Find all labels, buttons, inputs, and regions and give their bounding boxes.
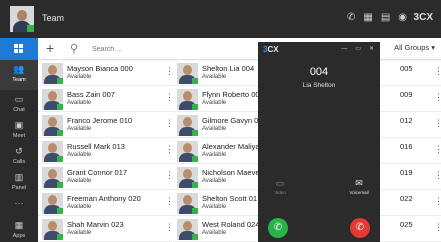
video-icon: ▭ — [275, 178, 285, 188]
sidebar: 👥 Team ▭ Chat ▣ Meet ↺ Calls ▥ Panel ···… — [0, 38, 38, 242]
avatar — [177, 193, 198, 214]
contact-card[interactable]: Alexander Maliya Available — [173, 139, 260, 164]
contact-card[interactable]: 022 ⋮ — [380, 191, 441, 216]
close-icon[interactable]: ✕ — [369, 46, 374, 53]
avatar — [42, 219, 63, 240]
voicemail-icon[interactable]: ▦ — [363, 12, 372, 24]
contact-card[interactable]: Grant Connor 017 Available ⋮ — [38, 165, 174, 190]
contact-card[interactable]: Nicholson Maeve Available — [173, 165, 260, 190]
avatar — [177, 167, 198, 188]
contact-card[interactable]: Mayson Bianca 000 Available ⋮ — [38, 61, 174, 86]
brand-logo: 3CX — [413, 12, 433, 23]
avatar — [42, 141, 63, 162]
call-panel-logo: 3CX — [263, 45, 279, 54]
contact-card[interactable]: 005 ⋮ — [380, 61, 441, 86]
avatar — [42, 115, 63, 136]
chat-icon[interactable]: ◉ — [398, 12, 407, 24]
more-options-icon[interactable]: ⋮ — [434, 93, 441, 102]
contact-card[interactable]: 016 ⋮ — [380, 139, 441, 164]
contact-card[interactable]: Shah Marvin 023 Available ⋮ — [38, 217, 174, 242]
contact-card[interactable]: 019 ⋮ — [380, 165, 441, 190]
contact-card[interactable]: Shelton Lia 004 Available — [173, 61, 258, 86]
my-avatar[interactable] — [10, 6, 34, 32]
groups-dropdown[interactable]: All Groups ▾ — [394, 43, 435, 52]
contact-card[interactable]: Freeman Anthony 020 Available ⋮ — [38, 191, 174, 216]
more-options-icon[interactable]: ⋮ — [434, 67, 441, 76]
incoming-call-panel: 3CX — ▭ ✕ 004 Lia Shelton ▭ Video ✉ Voic… — [258, 42, 380, 242]
contacts-grid: Mayson Bianca 000 Available ⋮ Bass Zain 00… — [38, 61, 441, 242]
avatar — [42, 89, 63, 110]
presence-indicator — [27, 25, 34, 32]
caller-name: Lia Shelton — [302, 82, 336, 89]
windows-icon — [14, 44, 24, 54]
page-title: Team — [42, 13, 65, 23]
calls-icon: ↺ — [15, 146, 23, 156]
minimize-icon[interactable]: — — [341, 46, 347, 53]
avatar — [42, 167, 63, 188]
sidebar-item-team[interactable]: 👥 Team — [0, 60, 38, 90]
more-options-icon[interactable]: ⋮ — [434, 197, 441, 206]
voicemail-icon: ✉ — [355, 178, 363, 188]
contact-card[interactable]: 009 ⋮ — [380, 87, 441, 112]
contact-card[interactable]: Bass Zain 007 Available ⋮ — [38, 87, 174, 112]
meet-icon: ▣ — [14, 120, 24, 130]
add-button[interactable]: + — [46, 40, 54, 56]
search-input[interactable] — [92, 42, 242, 56]
panel-icon: ▥ — [14, 172, 24, 182]
chat-icon: ▭ — [14, 94, 24, 104]
contacts-icon[interactable]: ▤ — [381, 12, 390, 24]
more-options-icon[interactable]: ⋮ — [434, 171, 441, 180]
contact-card[interactable]: 025 ⋮ — [380, 217, 441, 242]
maximize-icon[interactable]: ▭ — [355, 46, 361, 53]
contact-card[interactable]: Franco Jerome 010 Available ⋮ — [38, 113, 174, 138]
top-bar: Team ✆ ▦ ▤ ◉ 3CX — [0, 0, 441, 38]
contact-card[interactable]: Flynn Roberto 00 Available — [173, 87, 260, 112]
avatar — [177, 89, 198, 110]
more-options-icon[interactable]: ⋮ — [434, 223, 441, 232]
contact-card[interactable]: Russell Mark 013 Available ⋮ — [38, 139, 174, 164]
avatar — [42, 193, 63, 214]
phone-icon: ✆ — [273, 222, 283, 233]
more-options-icon[interactable]: ⋮ — [434, 145, 441, 154]
toolbar: + ⚲ All Groups ▾ — [38, 38, 441, 60]
phone-icon[interactable]: ✆ — [347, 12, 355, 24]
team-icon: 👥 — [13, 64, 25, 74]
avatar — [177, 115, 198, 136]
windows-menu-button[interactable] — [0, 38, 38, 60]
sidebar-item-apps[interactable]: ▦ Apps — [0, 216, 38, 242]
contact-card[interactable]: West Roland 024 Available — [173, 217, 259, 242]
caller-extension: 004 — [309, 66, 329, 78]
search-icon[interactable]: ⚲ — [70, 42, 78, 55]
contact-card[interactable]: Shelton Scott 01 Available — [173, 191, 258, 216]
avatar — [177, 219, 198, 240]
decline-call-button[interactable]: ✆ — [350, 218, 370, 238]
voicemail-button[interactable]: ✉ Voicemail — [346, 178, 372, 195]
contact-card[interactable]: Gilmore Gavyn 0 Available — [173, 113, 258, 138]
avatar — [177, 141, 198, 162]
more-options-icon[interactable]: ⋮ — [434, 119, 441, 128]
apps-icon: ▦ — [14, 220, 24, 230]
hang-up-icon: ✆ — [355, 222, 365, 233]
more-icon: ··· — [14, 198, 24, 208]
status-indicator — [58, 78, 63, 83]
contact-card[interactable]: 012 ⋮ — [380, 113, 441, 138]
answer-call-button[interactable]: ✆ — [268, 218, 288, 238]
video-button[interactable]: ▭ Video — [270, 178, 290, 195]
avatar — [177, 63, 198, 84]
